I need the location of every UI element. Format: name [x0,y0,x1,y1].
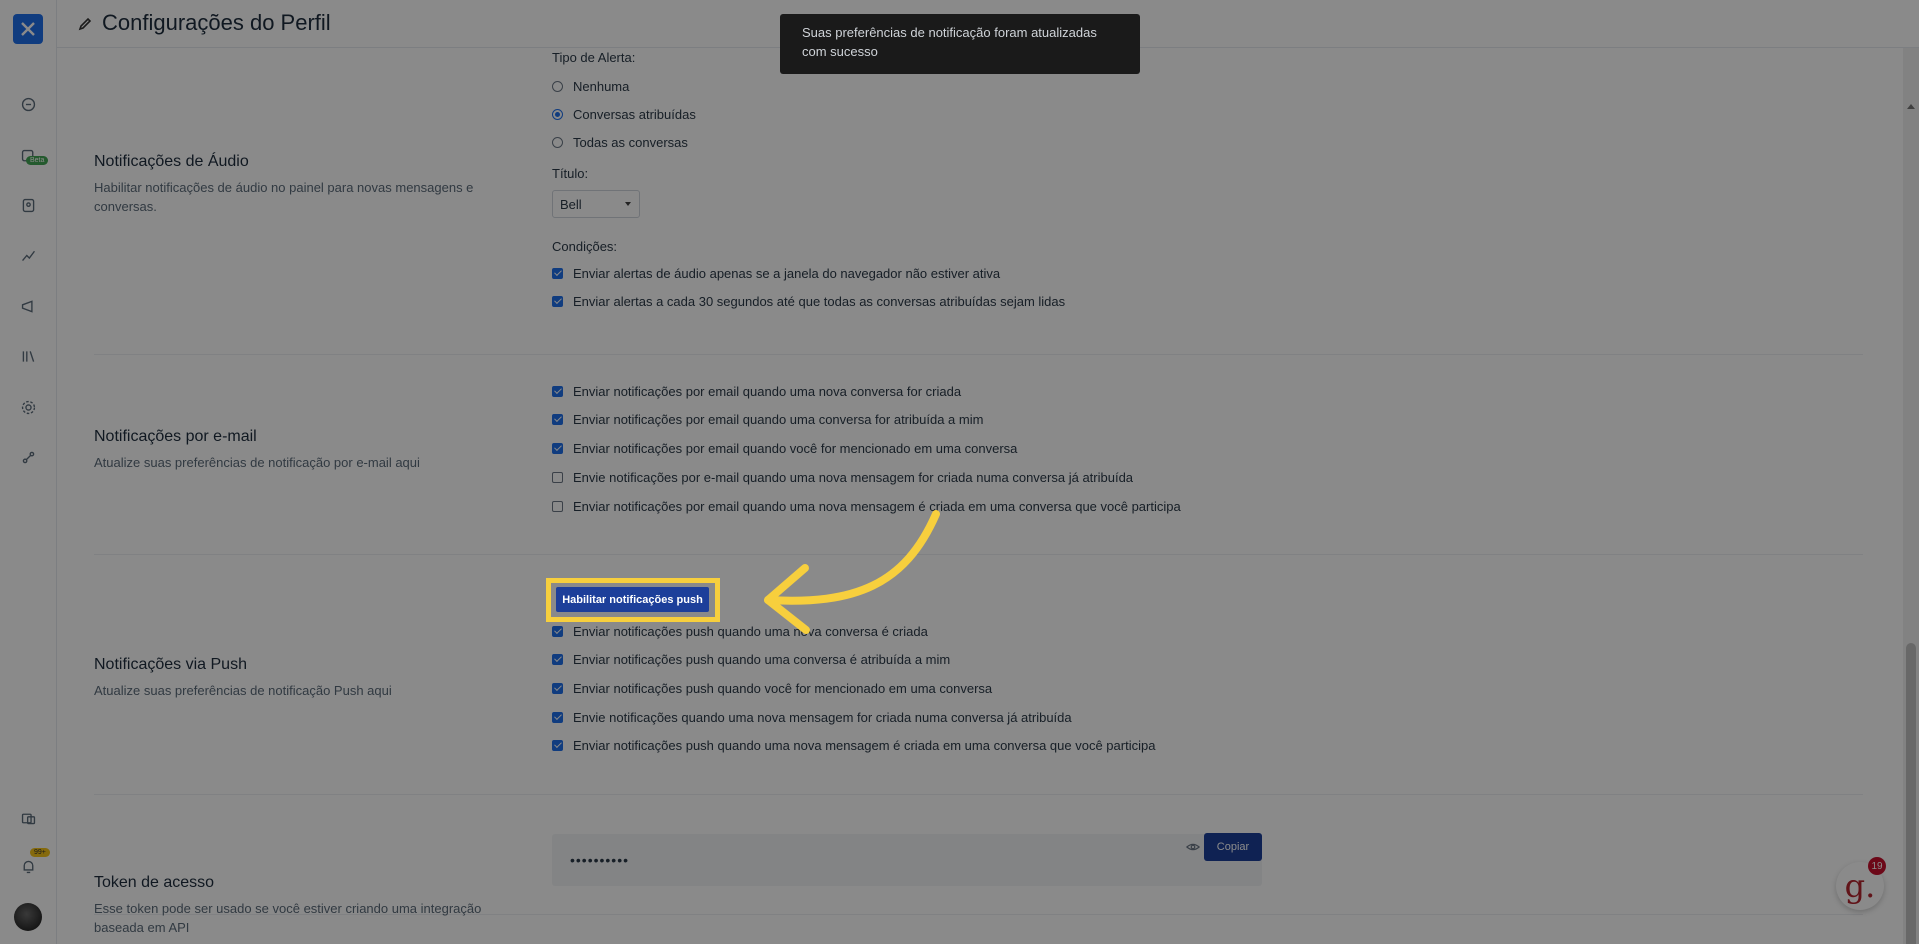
campaigns-icon[interactable] [17,295,39,317]
library-icon[interactable] [17,345,39,367]
push-option-new-conversation[interactable]: Enviar notificações push quando uma nova… [552,624,928,639]
email-option-new-conversation[interactable]: Enviar notificações por email quando uma… [552,384,961,399]
enable-push-notifications-button[interactable]: Habilitar notificações push [556,587,709,612]
pencil-icon [77,16,93,32]
settings-content: Notificações de Áudio Habilitar notifica… [57,48,1903,944]
email-option-assigned[interactable]: Enviar notificações por email quando uma… [552,412,983,427]
copy-token-button[interactable]: Copiar [1204,833,1262,861]
email-option-new-message-assigned[interactable]: Envie notificações por e-mail quando uma… [552,470,1133,485]
push-option-new-message-assigned[interactable]: Envie notificações quando uma nova mensa… [552,710,1072,725]
alert-option-none[interactable]: Nenhuma [552,79,629,94]
eye-icon[interactable] [1185,840,1201,854]
tone-select[interactable]: Bell [552,190,640,218]
audio-section-title: Notificações de Áudio [94,153,249,170]
notification-count-badge: 99+ [30,848,50,857]
push-notifications-section: Notificações via Push Atualize suas pref… [94,555,1863,795]
app-logo[interactable] [13,14,43,44]
audio-condition-inactive-window[interactable]: Enviar alertas de áudio apenas se a jane… [552,266,1000,281]
alert-option-assigned[interactable]: Conversas atribuídas [552,107,696,122]
push-option-mentioned[interactable]: Enviar notificações push quando você for… [552,681,992,696]
push-option-assigned[interactable]: Enviar notificações push quando uma conv… [552,652,950,667]
beta-badge: Beta [26,156,49,165]
user-avatar[interactable] [14,903,42,931]
push-section-title: Notificações via Push [94,656,247,673]
token-section-description: Esse token pode ser usado se você estive… [94,901,482,935]
token-section-title: Token de acesso [94,874,215,891]
audio-condition-repeat-alert[interactable]: Enviar alertas a cada 30 segundos até qu… [552,294,1065,309]
conditions-label: Condições: [552,239,618,254]
conversations-icon[interactable] [17,93,39,115]
contacts-icon[interactable] [17,194,39,216]
alert-type-label: Tipo de Alerta: [552,50,636,65]
notifications-bell-icon[interactable] [17,855,39,877]
scroll-up-arrow-icon[interactable] [1907,104,1915,109]
reports-icon[interactable] [17,244,39,266]
sidebar: Beta 99+ [0,0,57,944]
token-field[interactable] [552,834,1262,886]
chevron-down-icon [625,202,631,206]
chat-unread-badge: 19 [1868,857,1886,875]
logo-icon [21,22,35,36]
email-section-description: Atualize suas preferências de notificaçã… [94,455,420,470]
email-section-title: Notificações por e-mail [94,428,257,445]
toast-notification: Suas preferências de notificação foram a… [780,14,1140,74]
switch-account-icon[interactable] [17,807,39,829]
audio-section-description: Habilitar notificações de áudio no paine… [94,180,474,214]
tone-label: Título: [552,166,589,181]
integrations-icon[interactable] [17,446,39,468]
settings-icon[interactable] [17,396,39,418]
page-title: Configurações do Perfil [102,10,331,35]
push-option-new-message-participating[interactable]: Enviar notificações push quando uma nova… [552,738,1155,753]
scrollbar-thumb[interactable] [1906,643,1916,944]
alert-option-all[interactable]: Todas as conversas [552,135,688,150]
email-option-mentioned[interactable]: Enviar notificações por email quando voc… [552,441,1017,456]
page-scrollbar[interactable] [1903,48,1919,944]
push-section-description: Atualize suas preferências de notificaçã… [94,683,392,698]
token-value: •••••••••• [570,852,630,868]
email-option-new-message-participating[interactable]: Enviar notificações por email quando uma… [552,499,1181,514]
